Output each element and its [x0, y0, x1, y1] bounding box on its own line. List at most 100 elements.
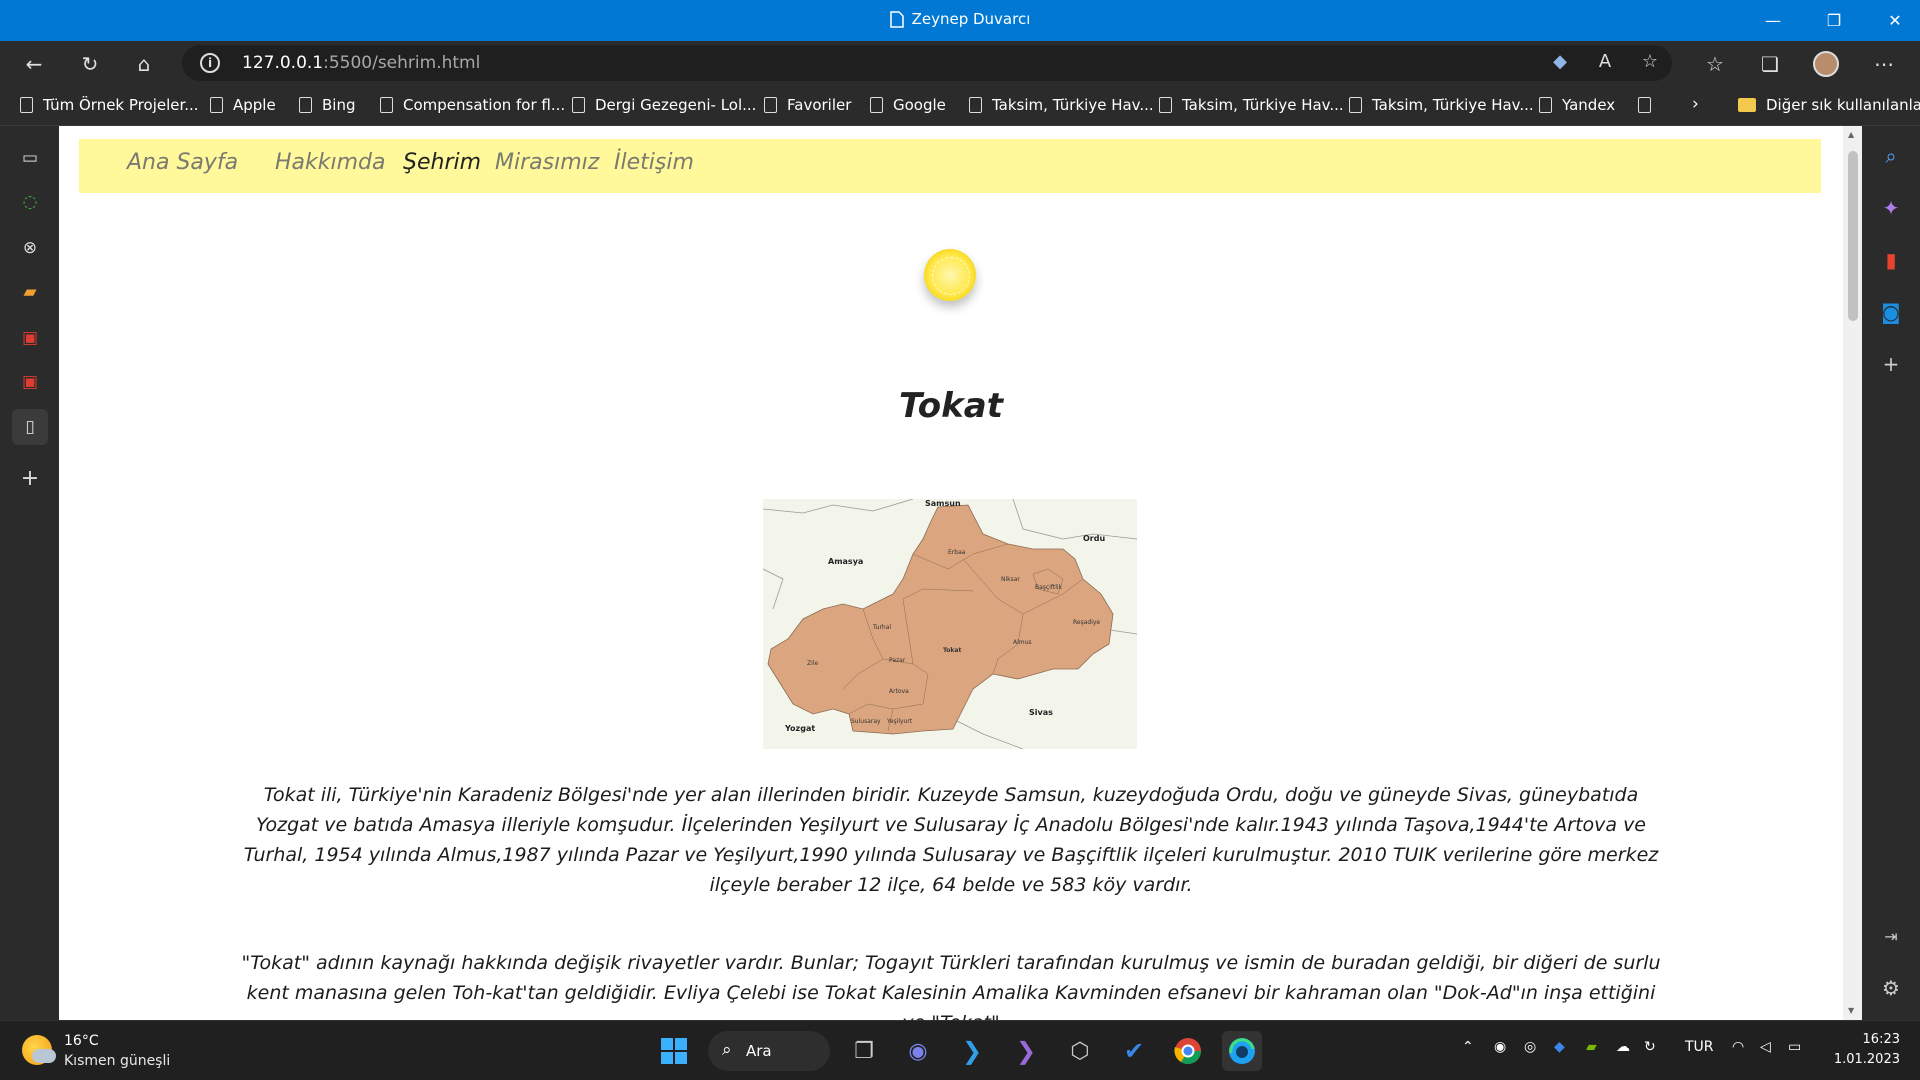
bookmark-item[interactable]: [1638, 96, 1661, 114]
bookmark-item[interactable]: Bing: [299, 96, 356, 114]
url-host: 127.0.0.1: [242, 53, 324, 73]
refresh-button[interactable]: ↻: [72, 47, 108, 81]
favorites-icon[interactable]: ☆: [1697, 47, 1733, 81]
map-label: Yozgat: [784, 724, 815, 733]
district-label: Turhal: [872, 624, 891, 631]
volume-icon[interactable]: ◁: [1760, 1039, 1771, 1055]
scroll-up-arrow-icon[interactable]: ▲: [1848, 130, 1854, 139]
close-button[interactable]: ✕: [1872, 0, 1918, 41]
bookmark-item[interactable]: Taksim, Türkiye Hav...: [969, 96, 1154, 114]
taskbar-search[interactable]: ⌕ Ara: [708, 1031, 830, 1071]
bookmark-item[interactable]: Taksim, Türkiye Hav...: [1349, 96, 1534, 114]
book-tab-icon[interactable]: ▰: [12, 274, 48, 310]
system-clock[interactable]: 16:23 1.01.2023: [1834, 1030, 1900, 1070]
tray-app-icon-1[interactable]: ◉: [1494, 1039, 1506, 1055]
language-indicator[interactable]: TUR: [1685, 1039, 1714, 1055]
window-titlebar: Zeynep Duvarcı — ❐ ✕: [0, 0, 1920, 41]
other-bookmarks-folder[interactable]: Diğer sık kullanılanlar: [1738, 96, 1920, 114]
bookmark-item[interactable]: Dergi Gezegeni- Lol...: [572, 96, 756, 114]
bookmark-item[interactable]: Compensation for fl...: [380, 96, 565, 114]
security-shield-icon[interactable]: ◆: [1554, 1039, 1565, 1055]
add-favorite-icon[interactable]: ☆: [1637, 51, 1663, 77]
search-icon[interactable]: ⌕: [1875, 140, 1907, 172]
more-menu-icon[interactable]: ⋯: [1866, 47, 1902, 81]
tab-actions-icon[interactable]: ▭: [12, 140, 48, 176]
nav-contact-link[interactable]: İletişim: [614, 150, 694, 175]
nav-about-link[interactable]: Hakkımda: [275, 150, 386, 175]
sync-icon[interactable]: ↻: [1644, 1039, 1656, 1055]
hide-sidebar-icon[interactable]: ⇥: [1875, 920, 1907, 952]
new-tab-plus-icon[interactable]: +: [12, 460, 48, 496]
windows-start-icon[interactable]: [654, 1031, 694, 1071]
cloud-icon: [32, 1049, 56, 1063]
search-icon: ⌕: [722, 1040, 732, 1060]
outlook-icon[interactable]: ◙: [1875, 296, 1907, 328]
task-view-icon[interactable]: ❐: [844, 1031, 884, 1071]
coupon-tag-icon[interactable]: ◆: [1547, 51, 1573, 77]
map-label: Sivas: [1029, 708, 1053, 717]
restore-button[interactable]: ❐: [1811, 0, 1857, 41]
minimize-button[interactable]: —: [1750, 0, 1796, 41]
clock-time: 16:23: [1862, 1032, 1900, 1047]
map-label: Samsun: [925, 499, 961, 508]
wifi-icon[interactable]: ◠: [1732, 1039, 1744, 1055]
nav-city-link[interactable]: Şehrim: [403, 150, 481, 175]
cube-app-icon[interactable]: ⬡: [1060, 1031, 1100, 1071]
nav-heritage-link[interactable]: Mirasımız: [495, 150, 599, 175]
district-label: Zile: [807, 660, 818, 667]
scroll-down-arrow-icon[interactable]: ▼: [1848, 1006, 1854, 1015]
add-sidebar-app-icon[interactable]: +: [1875, 348, 1907, 380]
tray-app-icon-2[interactable]: ◎: [1524, 1039, 1536, 1055]
address-url[interactable]: 127.0.0.1:5500/sehrim.html: [242, 53, 480, 73]
nav-home-link[interactable]: Ana Sayfa: [127, 150, 238, 175]
tray-overflow-chevron-icon[interactable]: ⌃: [1462, 1039, 1474, 1055]
bookmark-item[interactable]: Favoriler: [764, 96, 851, 114]
profile-avatar[interactable]: [1808, 47, 1844, 81]
weather-description: Kısmen güneşli: [64, 1053, 171, 1069]
district-label: Pazar: [889, 657, 906, 664]
active-tab-page-icon[interactable]: ▯: [12, 409, 48, 445]
address-bar[interactable]: i 127.0.0.1:5500/sehrim.html ◆ A ☆: [182, 45, 1672, 81]
chrome-icon[interactable]: [1168, 1031, 1208, 1071]
onedrive-cloud-icon[interactable]: ☁: [1616, 1039, 1630, 1055]
visual-studio-icon[interactable]: ❯: [1006, 1031, 1046, 1071]
todo-check-icon[interactable]: ✔: [1114, 1031, 1154, 1071]
site-info-icon[interactable]: i: [200, 53, 220, 73]
page-icon: [210, 97, 223, 113]
tab-favicon-icon[interactable]: ⊗: [12, 230, 48, 266]
district-label: Başçiftlik: [1035, 584, 1063, 591]
nvidia-icon[interactable]: ▰: [1586, 1039, 1597, 1055]
district-label: Almus: [1013, 639, 1032, 646]
pdf-tab-icon[interactable]: ▣: [12, 320, 48, 356]
bookmark-item[interactable]: Tüm Örnek Projeler...: [20, 96, 199, 114]
pdf-tab-icon-2[interactable]: ▣: [12, 364, 48, 400]
teams-chat-icon[interactable]: ◉: [898, 1031, 938, 1071]
vscode-icon[interactable]: ❯: [952, 1031, 992, 1071]
page-icon: [299, 97, 312, 113]
scrollbar-thumb[interactable]: [1848, 151, 1858, 321]
bookmarks-overflow-chevron-icon[interactable]: ›: [1692, 94, 1699, 114]
home-button[interactable]: ⌂: [126, 47, 162, 81]
settings-gear-icon[interactable]: ⚙: [1875, 972, 1907, 1004]
page-scrollbar[interactable]: ▲ ▼: [1843, 126, 1862, 1020]
bookmark-item[interactable]: Apple: [210, 96, 276, 114]
bookmark-label: Taksim, Türkiye Hav...: [1182, 96, 1344, 114]
office-icon[interactable]: ▮: [1875, 244, 1907, 276]
page-viewport: Ana Sayfa Hakkımda Şehrim Mirasımız İlet…: [59, 126, 1862, 1020]
battery-icon[interactable]: ▭: [1788, 1039, 1801, 1055]
loading-tab-icon[interactable]: ◌: [12, 184, 48, 220]
bookmark-item[interactable]: Taksim, Türkiye Hav...: [1159, 96, 1344, 114]
edge-browser-icon[interactable]: [1222, 1031, 1262, 1071]
bookmark-item[interactable]: Google: [870, 96, 946, 114]
site-navbar: Ana Sayfa Hakkımda Şehrim Mirasımız İlet…: [79, 139, 1821, 193]
district-label: Erbaa: [948, 549, 966, 556]
back-button[interactable]: ←: [16, 47, 52, 81]
window-title-text: Zeynep Duvarcı: [911, 10, 1031, 28]
other-bookmarks-label: Diğer sık kullanılanlar: [1766, 96, 1920, 114]
read-aloud-icon[interactable]: A: [1592, 51, 1618, 77]
folder-icon: [1738, 98, 1756, 112]
bookmark-item[interactable]: Yandex: [1539, 96, 1615, 114]
collections-icon[interactable]: ❏: [1752, 47, 1788, 81]
intro-paragraph: Tokat ili, Türkiye'nin Karadeniz Bölgesi…: [243, 784, 1659, 896]
copilot-icon[interactable]: ✦: [1875, 192, 1907, 224]
